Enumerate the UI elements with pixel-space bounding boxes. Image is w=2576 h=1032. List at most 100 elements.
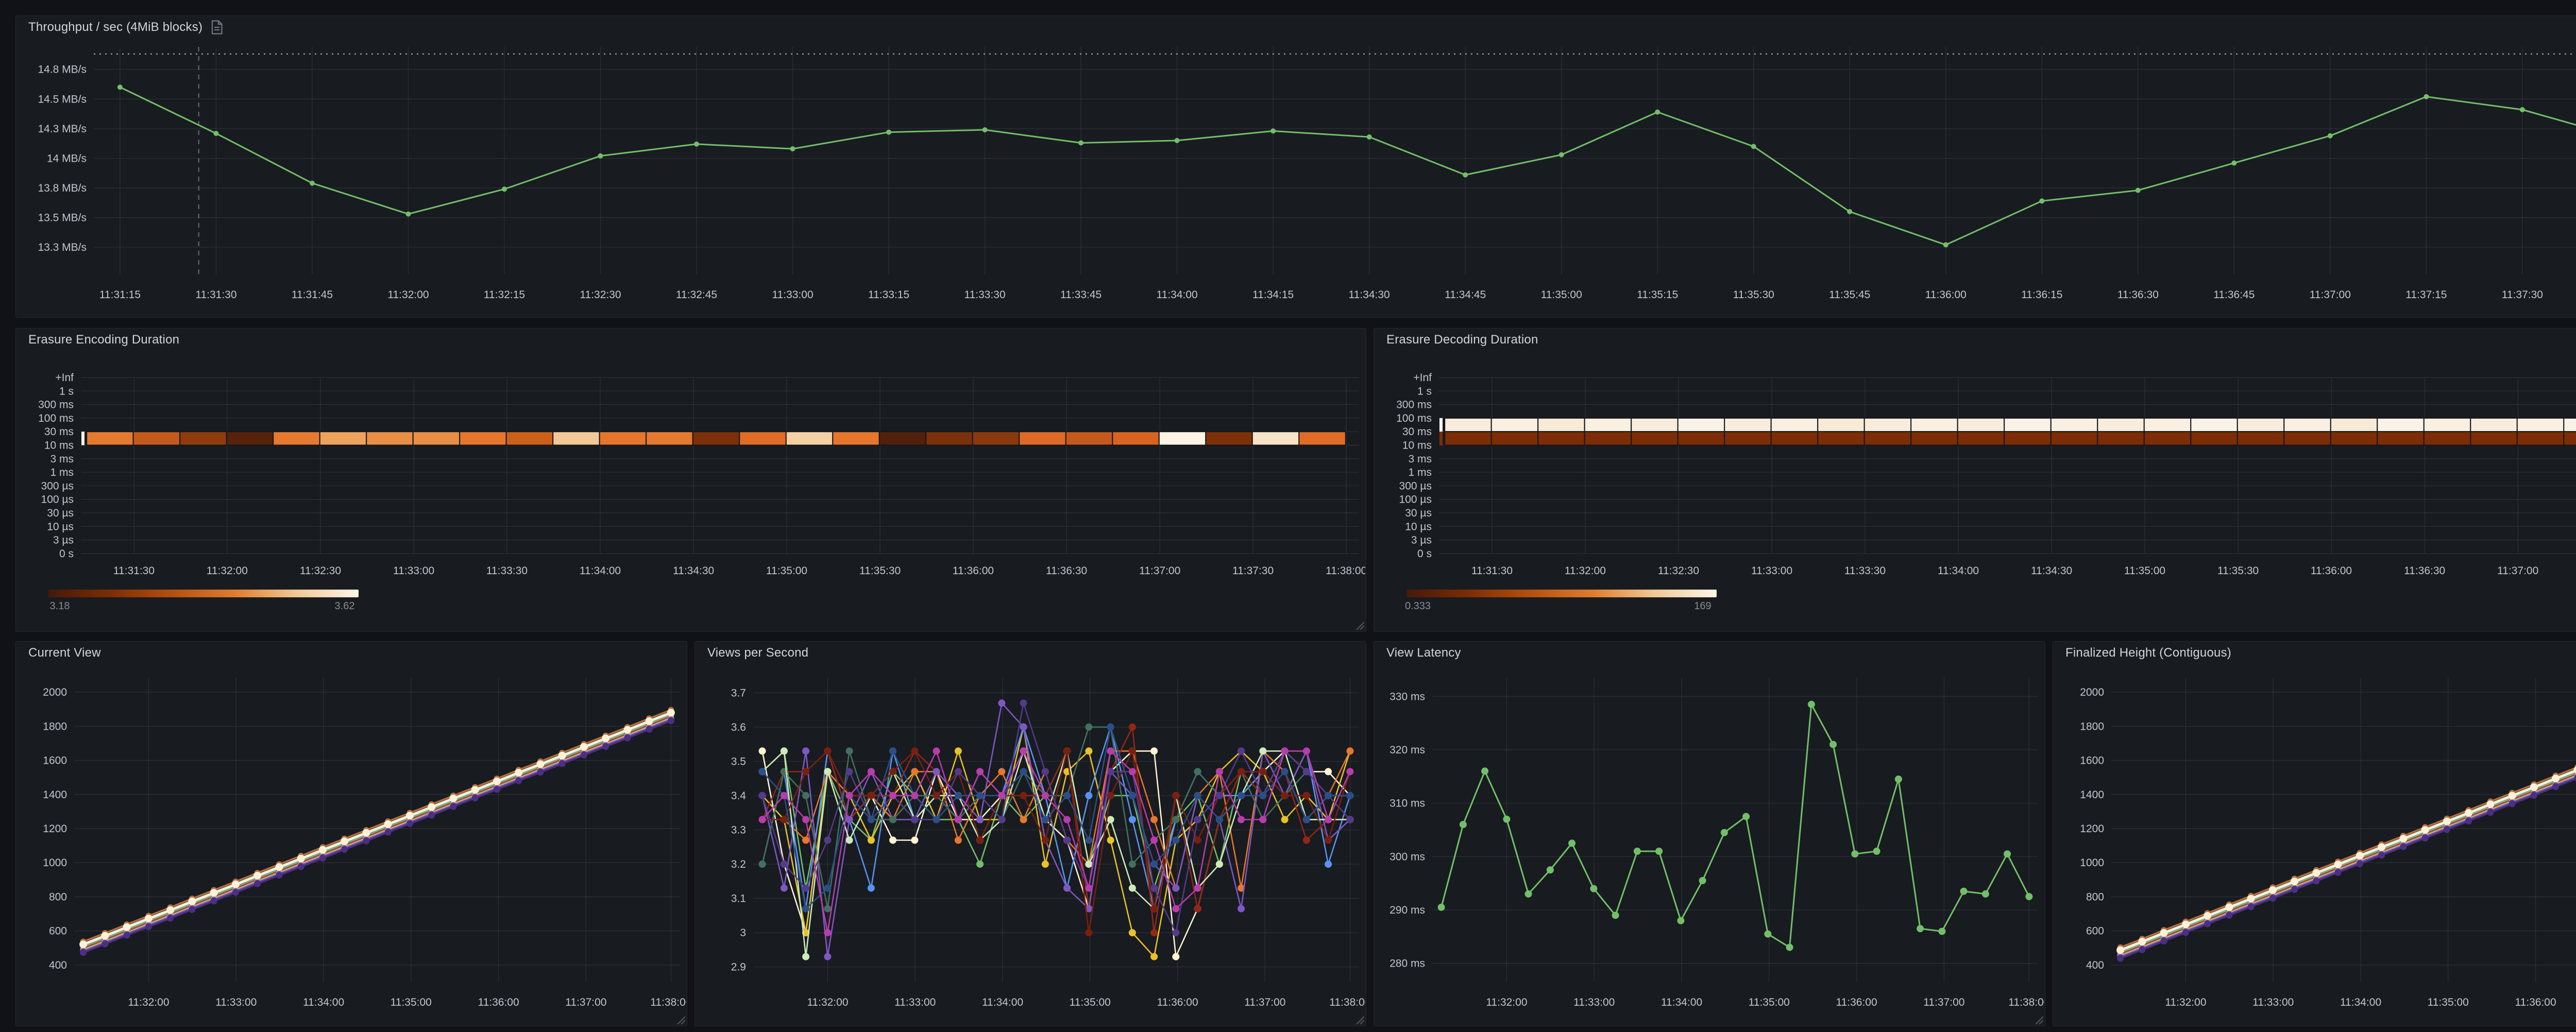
svg-text:11:31:30: 11:31:30 — [1471, 565, 1513, 577]
heatmap-cell — [1206, 432, 1252, 445]
heatmap-cell — [1252, 432, 1299, 445]
heatmap-legend-gradient — [1406, 590, 1717, 597]
view_latency-svg: 330 ms320 ms310 ms300 ms290 ms280 ms11:3… — [1375, 664, 2044, 1025]
svg-text:11:37:30: 11:37:30 — [2502, 289, 2543, 301]
heatmap-cell — [2097, 432, 2144, 445]
heatmap-cell — [1771, 432, 1818, 445]
svg-text:11:32:00: 11:32:00 — [387, 289, 429, 301]
heatmap-cell — [739, 432, 786, 445]
panel-header-views-per-second[interactable]: Views per Second — [695, 642, 1366, 664]
svg-text:1000: 1000 — [2080, 857, 2104, 869]
panel-header-finalized-height[interactable]: Finalized Height (Contiguous) — [2053, 642, 2576, 664]
description-icon[interactable] — [211, 20, 223, 35]
heatmap-cell — [1445, 418, 1492, 432]
heatmap-cell — [1066, 432, 1113, 445]
svg-text:11:37:15: 11:37:15 — [2405, 289, 2447, 301]
view_latency-series-0 — [1442, 704, 2029, 948]
heatmap-cell-sliver — [81, 432, 84, 445]
heatmap-cell — [413, 432, 460, 445]
svg-text:1400: 1400 — [2080, 789, 2104, 801]
svg-text:11:36:30: 11:36:30 — [2404, 565, 2445, 577]
svg-text:11:33:30: 11:33:30 — [1844, 565, 1886, 577]
svg-text:3.5: 3.5 — [731, 755, 746, 767]
heatmap-cell — [2377, 418, 2424, 432]
heatmap-cell — [1019, 432, 1066, 445]
heatmap-cell — [1492, 418, 1538, 432]
panel-title-current-view: Current View — [28, 646, 101, 660]
throughput-chart[interactable]: 14.8 MB/s14.5 MB/s14.3 MB/s14 MB/s13.8 M… — [16, 39, 2576, 317]
svg-text:11:34:00: 11:34:00 — [580, 565, 621, 577]
panel-view-latency: View Latency 330 ms320 ms310 ms300 ms290… — [1374, 641, 2045, 1026]
svg-text:100 µs: 100 µs — [41, 494, 74, 506]
finalized_height-series-2 — [2121, 720, 2576, 952]
svg-text:300 ms: 300 ms — [38, 399, 74, 411]
svg-text:11:33:00: 11:33:00 — [393, 565, 434, 577]
view-latency-chart[interactable]: 330 ms320 ms310 ms300 ms290 ms280 ms11:3… — [1375, 664, 2044, 1025]
panel-header-decoding[interactable]: Erasure Decoding Duration — [1374, 329, 2576, 351]
heatmap-cell — [646, 432, 693, 445]
panel-header-throughput[interactable]: Throughput / sec (4MiB blocks) — [16, 16, 2576, 39]
views-per-second-chart[interactable]: 3.73.63.53.43.33.23.132.911:32:0011:33:0… — [696, 664, 1365, 1025]
heatmap-cell — [1911, 432, 1958, 445]
panel-resize-handle[interactable] — [1354, 1014, 1364, 1024]
svg-text:0.333: 0.333 — [1405, 600, 1431, 612]
heatmap-cell — [1538, 418, 1585, 432]
heatmap-cell — [2191, 432, 2238, 445]
svg-text:13.8 MB/s: 13.8 MB/s — [38, 182, 87, 194]
svg-text:11:34:00: 11:34:00 — [303, 996, 344, 1008]
panel-header-current-view[interactable]: Current View — [16, 642, 687, 664]
decoding-svg: +Inf1 s300 ms100 ms30 ms10 ms3 ms1 ms300… — [1375, 351, 2576, 631]
svg-text:1 s: 1 s — [1417, 385, 1432, 397]
current-view-chart[interactable]: 20001800160014001200100080060040011:32:0… — [16, 664, 686, 1025]
svg-text:11:33:00: 11:33:00 — [215, 996, 257, 1008]
panel-finalized-height: Finalized Height (Contiguous) 2000180016… — [2053, 641, 2576, 1026]
svg-text:3.6: 3.6 — [731, 721, 746, 733]
heatmap-cell — [366, 432, 413, 445]
svg-text:11:36:45: 11:36:45 — [2213, 289, 2255, 301]
panel-header-view-latency[interactable]: View Latency — [1374, 642, 2045, 664]
svg-text:11:33:15: 11:33:15 — [868, 289, 909, 301]
heatmap-cell — [1445, 432, 1492, 445]
svg-text:11:35:00: 11:35:00 — [1749, 996, 1790, 1008]
svg-text:11:35:00: 11:35:00 — [391, 996, 432, 1008]
svg-text:11:35:00: 11:35:00 — [2124, 565, 2165, 577]
svg-text:100 ms: 100 ms — [38, 412, 74, 424]
panel-resize-handle[interactable] — [675, 1014, 685, 1024]
panel-title-view-latency: View Latency — [1386, 646, 1461, 660]
panel-erasure-encoding: Erasure Encoding Duration +Inf1 s300 ms1… — [15, 328, 1366, 632]
svg-text:11:33:00: 11:33:00 — [894, 996, 936, 1008]
heatmap-cell — [2564, 418, 2576, 432]
svg-text:3 µs: 3 µs — [1411, 535, 1432, 546]
svg-text:30 ms: 30 ms — [1402, 426, 1432, 438]
decoding-heatmap[interactable]: +Inf1 s300 ms100 ms30 ms10 ms3 ms1 ms300… — [1375, 351, 2576, 631]
panel-views-per-second: Views per Second 3.73.63.53.43.33.23.132… — [694, 641, 1366, 1026]
svg-text:+Inf: +Inf — [1413, 372, 1432, 384]
svg-text:+Inf: +Inf — [55, 372, 74, 384]
heatmap-cell — [1585, 432, 1632, 445]
svg-text:11:36:30: 11:36:30 — [2117, 289, 2159, 301]
panel-resize-handle[interactable] — [1354, 620, 1364, 630]
svg-text:0 s: 0 s — [59, 548, 74, 560]
finalized-height-chart[interactable]: 20001800160014001200100080060040011:32:0… — [2054, 664, 2576, 1025]
encoding-heatmap[interactable]: +Inf1 s300 ms100 ms30 ms10 ms3 ms1 ms300… — [16, 351, 1365, 631]
panel-resize-handle[interactable] — [2033, 1014, 2043, 1024]
svg-text:11:34:30: 11:34:30 — [673, 565, 714, 577]
heatmap-cell — [833, 432, 879, 445]
svg-text:800: 800 — [49, 891, 67, 903]
svg-text:11:34:15: 11:34:15 — [1252, 289, 1294, 301]
svg-text:14.8 MB/s: 14.8 MB/s — [38, 64, 87, 76]
heatmap-cell — [87, 432, 133, 445]
svg-text:1800: 1800 — [2080, 720, 2104, 732]
finalized_height-svg: 20001800160014001200100080060040011:32:0… — [2054, 664, 2576, 1025]
svg-text:11:36:15: 11:36:15 — [2021, 289, 2062, 301]
svg-text:11:35:30: 11:35:30 — [859, 565, 901, 577]
svg-text:11:34:30: 11:34:30 — [1349, 289, 1390, 301]
svg-text:11:33:00: 11:33:00 — [2252, 996, 2294, 1008]
svg-text:11:38:00: 11:38:00 — [1329, 996, 1365, 1008]
svg-text:3 µs: 3 µs — [53, 535, 74, 546]
svg-text:11:34:45: 11:34:45 — [1445, 289, 1486, 301]
heatmap-cell — [2004, 418, 2051, 432]
svg-text:3.3: 3.3 — [731, 824, 746, 836]
panel-header-encoding[interactable]: Erasure Encoding Duration — [16, 329, 1366, 351]
svg-text:800: 800 — [2086, 891, 2104, 903]
